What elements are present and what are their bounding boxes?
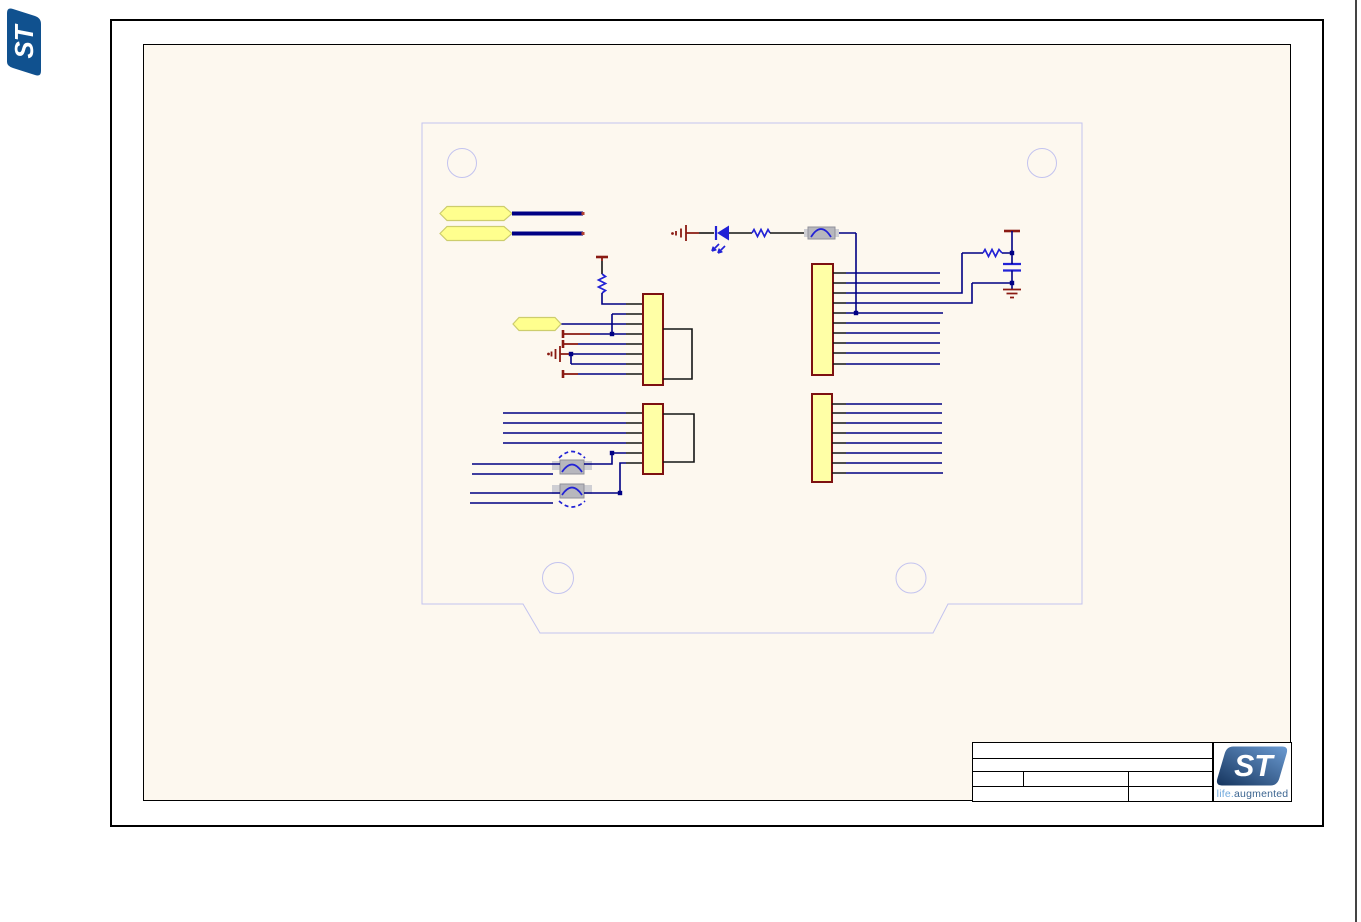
mounting-hole [895, 562, 927, 594]
title-block-divider [1023, 770, 1025, 786]
net-flag-1 [439, 205, 585, 222]
series-resistor [751, 227, 771, 239]
connector-module-upper-right [811, 229, 1021, 376]
connector-module-lower-left [470, 403, 695, 508]
power-bar [596, 255, 608, 261]
ground-symbol [547, 346, 571, 362]
connector-body [811, 263, 834, 376]
mounting-hole [447, 148, 477, 178]
capacitor [1003, 253, 1021, 283]
tagline-life: life. [1216, 788, 1234, 800]
document-page: ST ST life.augmented [0, 0, 1361, 922]
st-tagline: life.augmented [1214, 789, 1291, 800]
junction [1009, 250, 1015, 256]
ground-symbol [671, 225, 699, 241]
net-flag-2 [439, 225, 585, 242]
connector-module-upper-left [512, 255, 693, 386]
solder-bridge-1 [552, 450, 592, 475]
board-outline [421, 122, 1083, 634]
st-logo: ST [1216, 746, 1288, 786]
connector-body [811, 393, 833, 483]
connector-body [642, 403, 664, 475]
mounting-hole [1027, 148, 1057, 178]
title-block-divider [973, 770, 1212, 772]
solder-bridge-2 [552, 483, 592, 508]
title-block-divider [1128, 770, 1130, 801]
power-bar [561, 340, 578, 348]
led-symbol [711, 225, 729, 254]
rc-filter [962, 229, 1021, 299]
ferrite-bead [804, 226, 839, 240]
tagline-augmented: augmented [1234, 788, 1289, 800]
title-block-logo-box: ST life.augmented [1213, 742, 1292, 802]
junction [609, 450, 615, 456]
junction [609, 331, 615, 337]
st-logo-monogram: ST [1234, 750, 1275, 783]
power-bar [561, 330, 590, 338]
filter-resistor [982, 247, 1003, 259]
junction [568, 351, 574, 357]
mounting-hole [542, 562, 574, 594]
title-block-table [972, 742, 1213, 802]
junction [1009, 280, 1015, 286]
power-bar [561, 370, 578, 378]
connector-module-lower-right [811, 393, 943, 483]
connector-body [642, 293, 664, 386]
title-block-divider [973, 757, 1212, 759]
pull-resistor [596, 273, 608, 294]
net-flag-3 [512, 316, 562, 332]
title-block-divider [973, 785, 1212, 787]
junction [853, 310, 859, 316]
junction [617, 490, 623, 496]
